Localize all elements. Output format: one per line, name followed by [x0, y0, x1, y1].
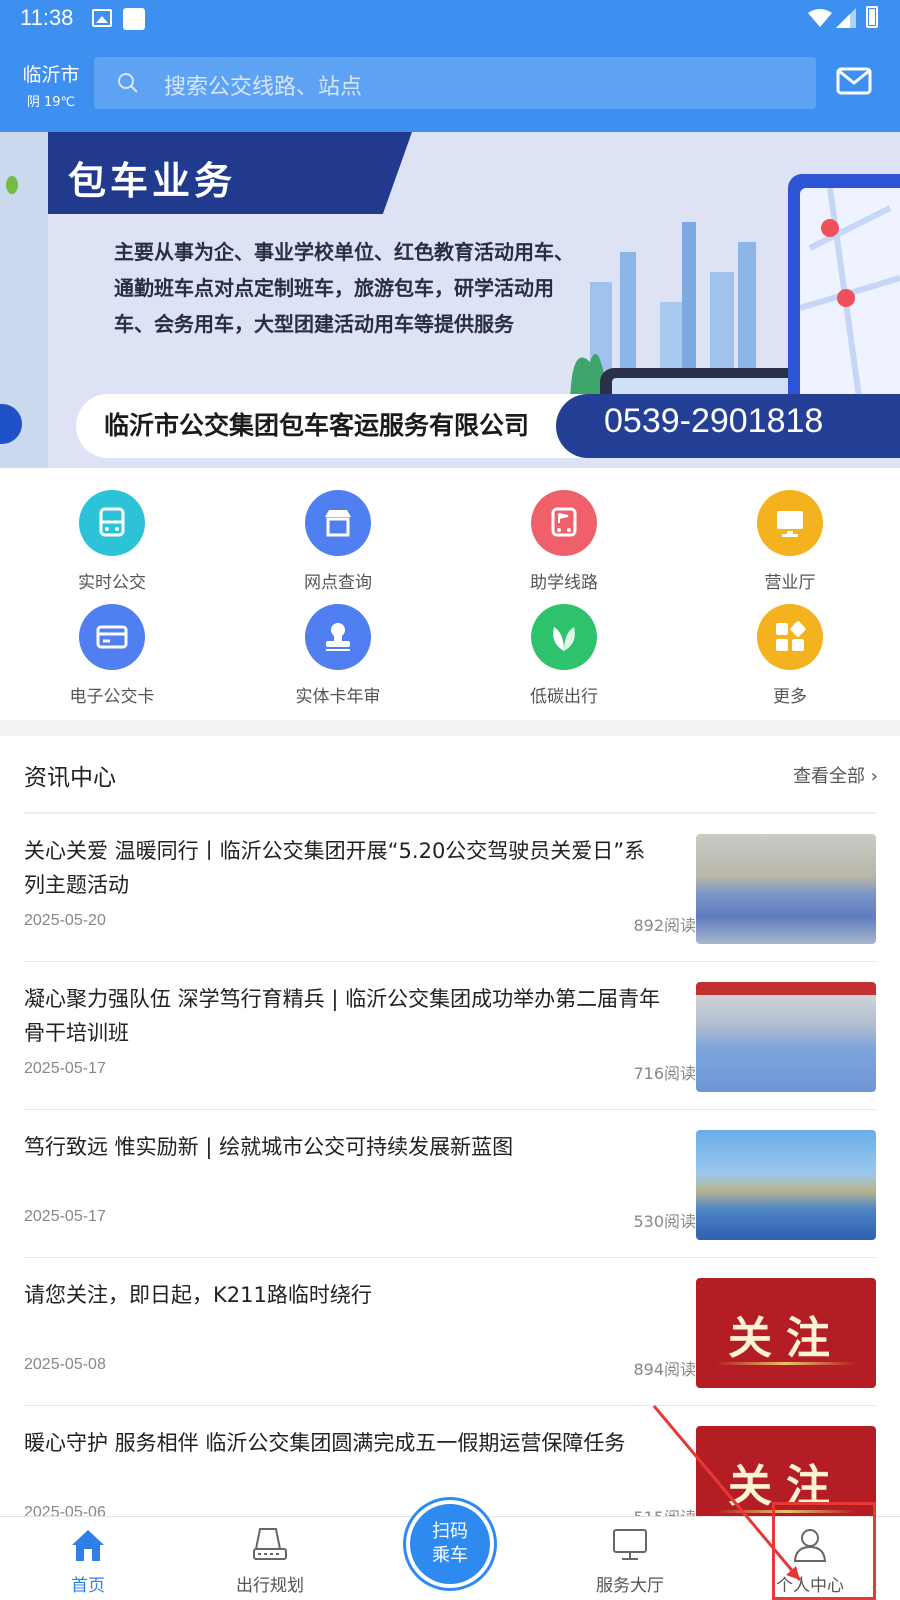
news-item[interactable]: 凝心聚力强队伍 深学笃行育精兵 | 临沂公交集团成功举办第二届青年骨干培训班 2…: [24, 962, 876, 1110]
view-all-link[interactable]: 查看全部 ›: [793, 762, 878, 788]
school-bus-icon: [531, 490, 597, 556]
news-item-reads: 894阅读: [633, 1360, 696, 1379]
menu-item-business-hall[interactable]: 营业厅: [700, 490, 880, 593]
annotation-highlight-box: [772, 1502, 876, 1600]
phone-map-illustration: [799, 187, 900, 405]
news-item-title: 请您关注，即日起，K211路临时绕行: [24, 1283, 372, 1307]
battery-icon: [866, 6, 878, 28]
nav-label: 服务大厅: [596, 1576, 664, 1596]
quick-menu-grid: 实时公交 网点查询 助学线路 营业厅 电子公交卡 实体卡年审 低碳出行 更多: [0, 468, 900, 720]
menu-item-label: 助学线路: [530, 573, 598, 593]
menu-item-label: 低碳出行: [530, 687, 598, 707]
banner-company-name: 临沂市公交集团包车客运服务有限公司: [104, 411, 530, 440]
store-icon: [305, 490, 371, 556]
news-item-thumbnail: [696, 1130, 876, 1240]
menu-item-school-route[interactable]: 助学线路: [474, 490, 654, 593]
search-placeholder: 搜索公交线路、站点: [164, 75, 363, 100]
monitor-icon: [613, 1529, 647, 1560]
menu-item-label: 实体卡年审: [295, 687, 381, 707]
news-item-title: 关心关爱 温暖同行丨临沂公交集团开展“5.20公交驾驶员关爱日”系列主题活动: [24, 839, 646, 897]
news-item-date: 2025-05-17: [24, 1208, 106, 1225]
scan-label-line2: 乘车: [432, 1545, 468, 1566]
nav-label: 首页: [71, 1576, 105, 1596]
home-icon: [72, 1530, 104, 1561]
mail-icon[interactable]: [836, 66, 872, 96]
thumbnail-decoration: [716, 1362, 856, 1365]
news-item[interactable]: 关心关爱 温暖同行丨临沂公交集团开展“5.20公交驾驶员关爱日”系列主题活动 2…: [24, 814, 876, 962]
promo-banner[interactable]: 包车业务 主要从事为企、事业学校单位、红色教育活动用车、通勤班车点对点定制班车，…: [0, 132, 900, 468]
gallery-notification-icon: [92, 9, 112, 27]
app-notification-icon: [123, 8, 145, 30]
nav-trip-planning[interactable]: 出行规划: [190, 1517, 350, 1600]
city-name: 临沂市: [22, 64, 80, 86]
nav-home[interactable]: 首页: [8, 1517, 168, 1600]
signal-icon: [836, 8, 856, 28]
leaf-icon: [531, 604, 597, 670]
menu-item-label: 网点查询: [304, 573, 372, 593]
trip-plan-icon: [253, 1528, 287, 1560]
status-time: 11:38: [20, 5, 74, 30]
monitor-icon: [757, 490, 823, 556]
weather-text: 阴 19℃: [26, 95, 76, 110]
menu-item-more[interactable]: 更多: [700, 604, 880, 707]
map-pin-icon: [6, 176, 18, 194]
news-item-title: 笃行致远 惟实励新 | 绘就城市公交可持续发展新蓝图: [24, 1135, 514, 1159]
menu-item-label: 营业厅: [764, 573, 816, 593]
menu-item-label: 更多: [773, 687, 807, 707]
news-item-date: 2025-05-08: [24, 1356, 106, 1373]
menu-item-card-review[interactable]: 实体卡年审: [248, 604, 428, 707]
thumbnail-text: 关注: [728, 1313, 844, 1364]
banner-phone-number: 0539-2901818: [604, 402, 824, 440]
news-item-thumbnail: [696, 834, 876, 944]
card-icon: [79, 604, 145, 670]
grid-more-icon: [757, 604, 823, 670]
app-header: 11:38 临沂市 阴 19℃ 搜索公交线路、站点: [0, 0, 900, 132]
bus-icon: [79, 490, 145, 556]
news-item[interactable]: 请您关注，即日起，K211路临时绕行 2025-05-08 894阅读 关注: [24, 1258, 876, 1406]
menu-item-low-carbon[interactable]: 低碳出行: [474, 604, 654, 707]
news-item-thumbnail: 关注: [696, 1278, 876, 1388]
stamp-icon: [305, 604, 371, 670]
city-selector[interactable]: 临沂市 阴 19℃: [16, 60, 86, 110]
scan-to-ride-button[interactable]: 扫码 乘车: [406, 1500, 494, 1588]
scan-button-label: 扫码 乘车: [410, 1520, 490, 1568]
banner-title: 包车业务: [68, 159, 237, 203]
news-item[interactable]: 笃行致远 惟实励新 | 绘就城市公交可持续发展新蓝图 2025-05-17 53…: [24, 1110, 876, 1258]
menu-item-label: 实时公交: [78, 573, 146, 593]
menu-item-e-card[interactable]: 电子公交卡: [22, 604, 202, 707]
search-bar[interactable]: 搜索公交线路、站点: [94, 57, 816, 109]
news-item-reads: 530阅读: [633, 1212, 696, 1231]
news-item-date: 2025-05-20: [24, 912, 106, 929]
chevron-right-icon: ›: [870, 766, 878, 787]
news-item-title: 凝心聚力强队伍 深学笃行育精兵 | 临沂公交集团成功举办第二届青年骨干培训班: [24, 987, 661, 1045]
banner-previous-slide: [0, 132, 48, 468]
news-item-title: 暖心守护 服务相伴 临沂公交集团圆满完成五一假期运营保障任务: [24, 1431, 626, 1455]
nav-service-hall[interactable]: 服务大厅: [550, 1517, 710, 1600]
news-heading: 资讯中心: [24, 765, 116, 791]
nav-label: 出行规划: [236, 1576, 304, 1596]
banner-decoration: [0, 404, 22, 444]
menu-item-realtime-bus[interactable]: 实时公交: [22, 490, 202, 593]
news-item-date: 2025-05-17: [24, 1060, 106, 1077]
search-icon: [118, 73, 138, 93]
scan-label-line1: 扫码: [432, 1521, 468, 1542]
news-item-reads: 716阅读: [633, 1064, 696, 1083]
menu-item-label: 电子公交卡: [69, 687, 155, 707]
wifi-icon: [808, 9, 832, 27]
news-item-thumbnail: [696, 982, 876, 1092]
view-all-label: 查看全部: [793, 766, 866, 787]
status-bar: 11:38: [0, 0, 900, 38]
menu-item-outlet-search[interactable]: 网点查询: [248, 490, 428, 593]
banner-description: 主要从事为企、事业学校单位、红色教育活动用车、通勤班车点对点定制班车，旅游包车，…: [114, 240, 574, 336]
news-item-reads: 892阅读: [633, 916, 696, 935]
news-section: 资讯中心 查看全部 › 关心关爱 温暖同行丨临沂公交集团开展“5.20公交驾驶员…: [0, 736, 900, 1554]
